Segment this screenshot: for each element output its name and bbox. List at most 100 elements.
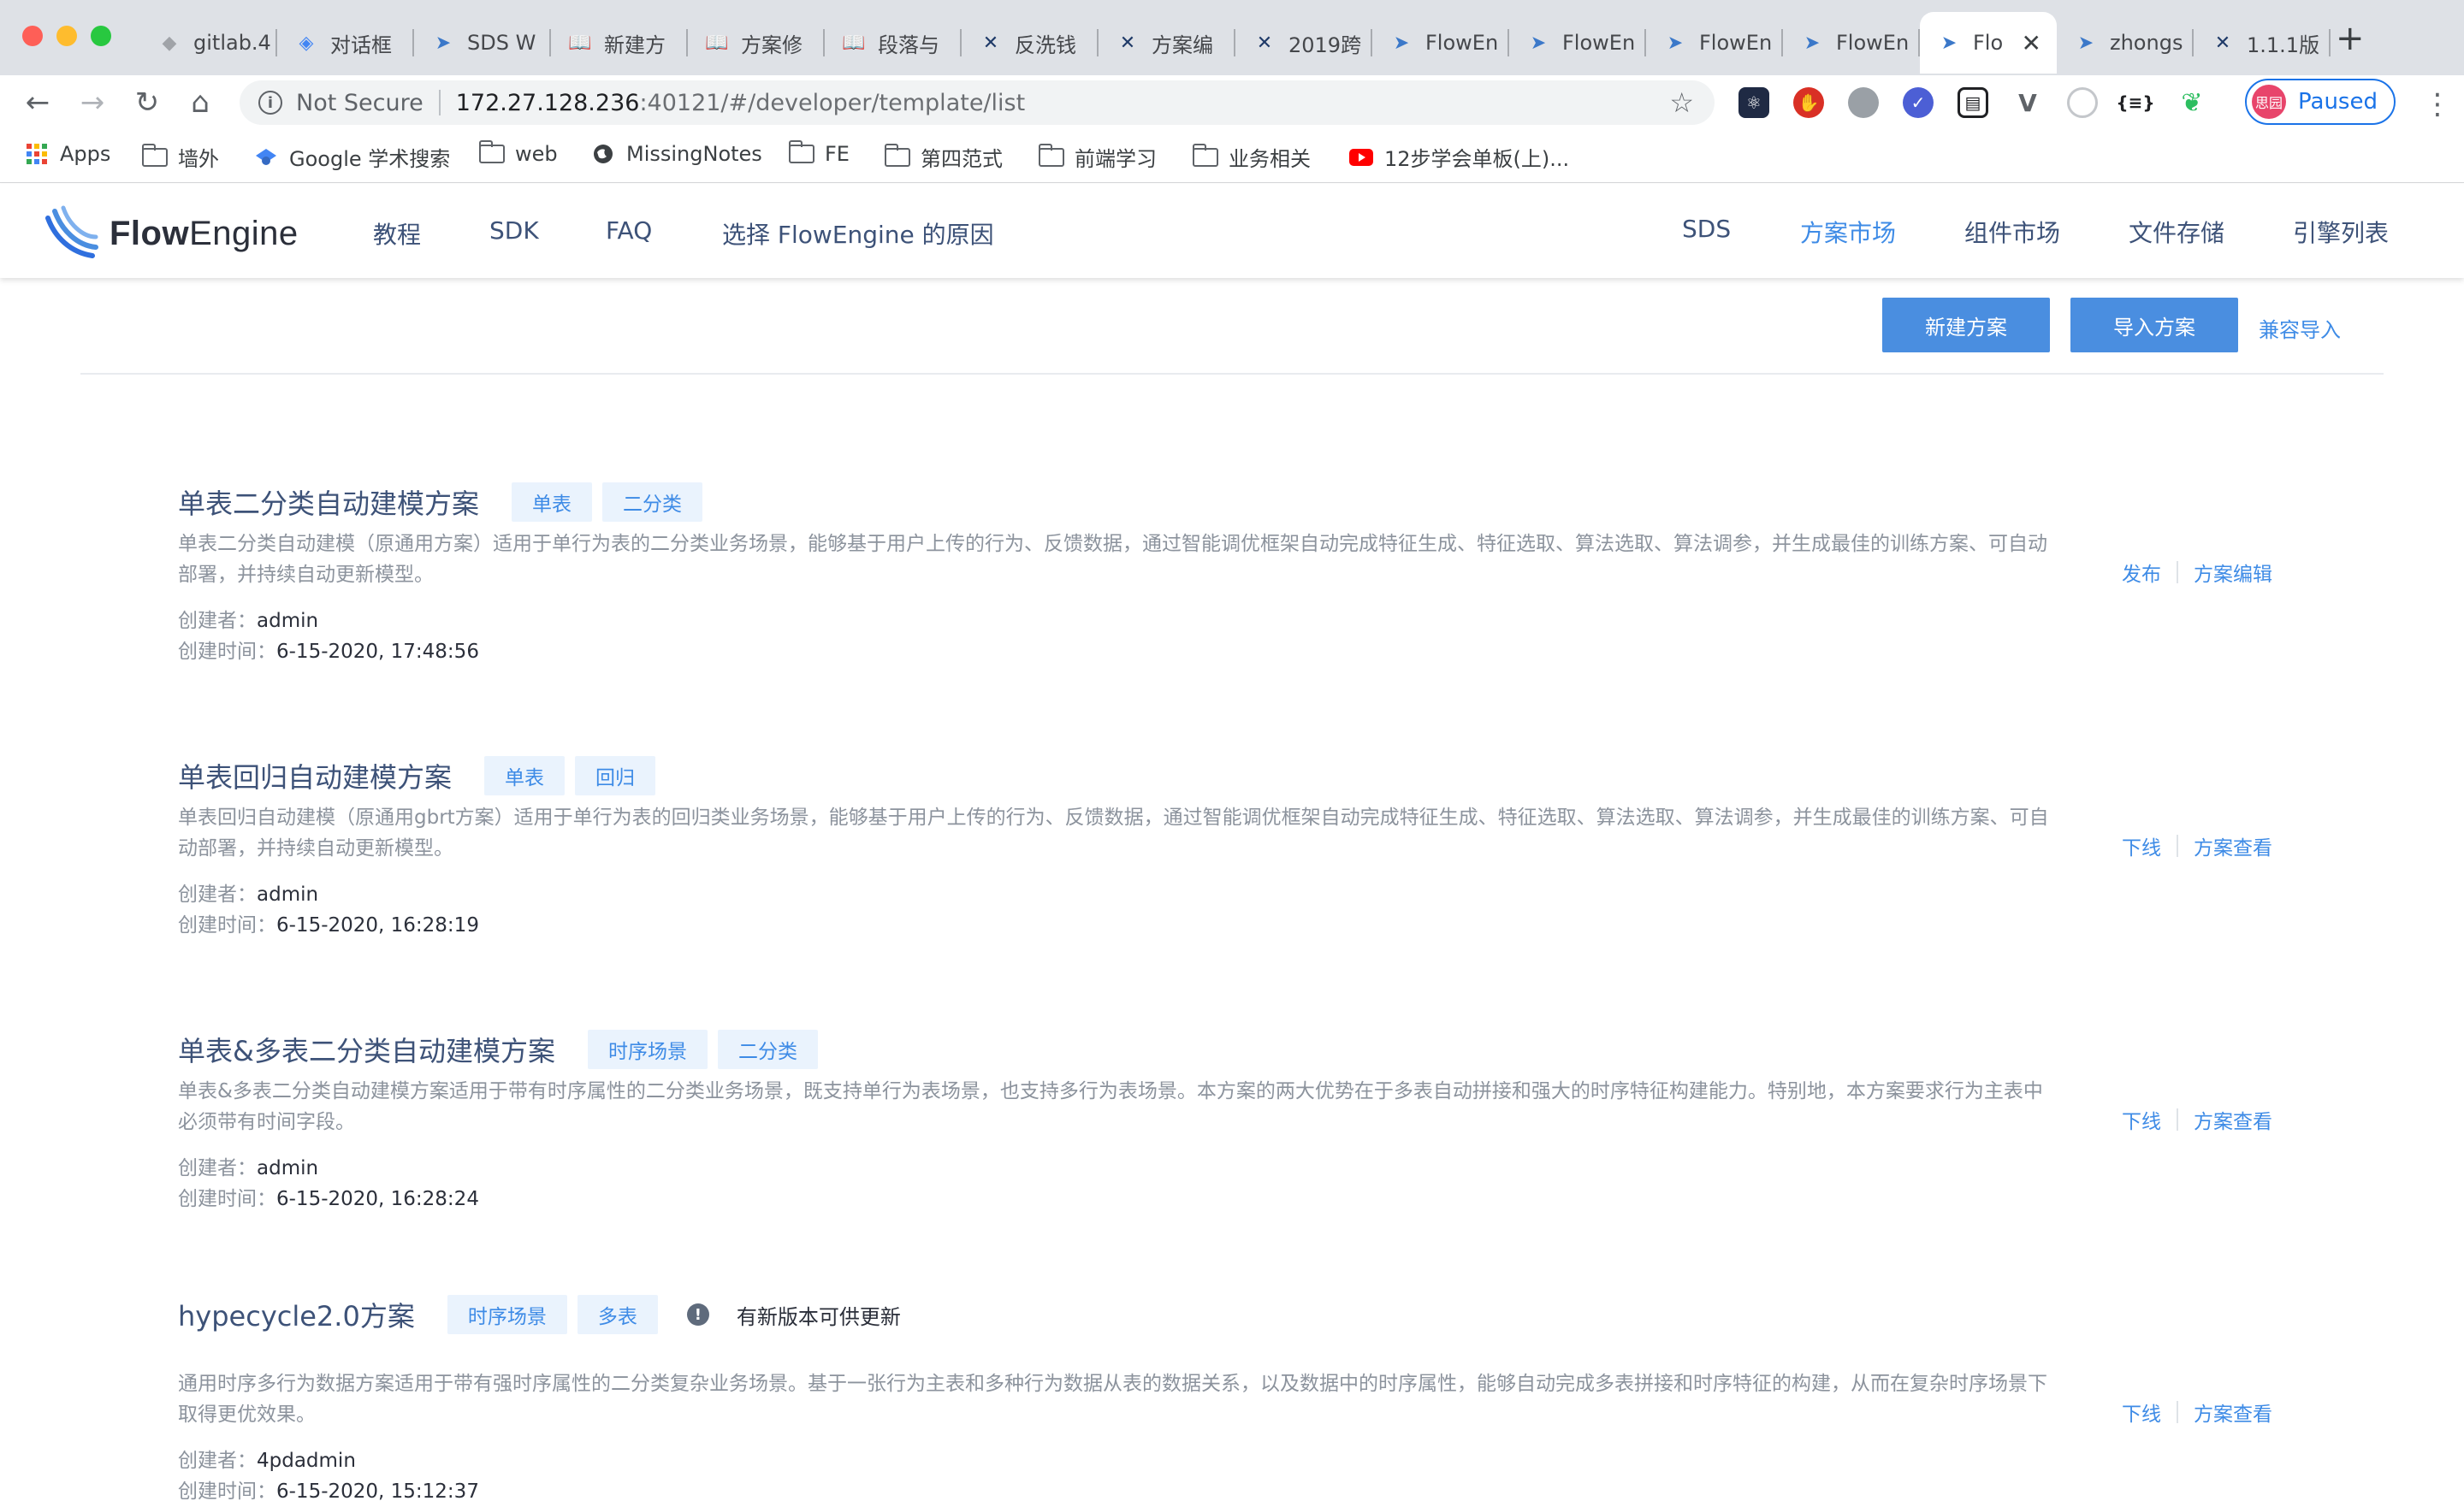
flowengine-icon: ➤	[435, 32, 452, 54]
tab-close-icon[interactable]: ✕	[2022, 29, 2041, 57]
profile-button[interactable]: 思园 Paused	[2245, 79, 2396, 125]
browser-tab-title: FlowEn	[1836, 31, 1910, 55]
bookmark-item[interactable]: 12步学会单板(上)...	[1348, 142, 1569, 172]
bookmark-item[interactable]: FE	[788, 140, 850, 166]
import-template-button[interactable]: 导入方案	[2070, 298, 2238, 352]
new-tab-button[interactable]: +	[2336, 19, 2365, 58]
browser-tab[interactable]: ✕ 方案编	[1099, 12, 1235, 74]
flowengine-icon: ➤	[1667, 32, 1684, 54]
check-extension-icon[interactable]: ✓	[1903, 87, 1934, 118]
gitlab-icon: ◆	[162, 32, 177, 54]
security-label: Not Secure	[296, 89, 424, 116]
target-extension-icon[interactable]	[2067, 87, 2098, 118]
nav-template-market[interactable]: 方案市场	[1800, 215, 1896, 249]
bookmark-item[interactable]: MissingNotes	[590, 142, 762, 166]
template-actions: 下线 方案查看	[2122, 1398, 2272, 1427]
browser-tab[interactable]: ✕ 2019跨	[1235, 12, 1372, 74]
json-extension-icon[interactable]: ▤	[1958, 87, 1988, 118]
browser-menu-icon[interactable]: ⋮	[2423, 87, 2452, 121]
template-title[interactable]: 单表二分类自动建模方案	[178, 482, 479, 522]
update-available-note: 有新版本可供更新	[736, 1304, 901, 1329]
template-title[interactable]: 单表&多表二分类自动建模方案	[178, 1030, 555, 1069]
browser-tab[interactable]: ✕ 反洗钱	[962, 12, 1099, 74]
flowengine-icon: ➤	[1804, 32, 1821, 54]
evernote-extension-icon[interactable]: ❦	[2177, 87, 2207, 118]
info-icon[interactable]: i	[258, 91, 282, 115]
browser-tab[interactable]: ➤ FlowEn	[1783, 12, 1920, 74]
created-at-label: 创建时间：	[178, 1480, 276, 1503]
nav-sds[interactable]: SDS	[1682, 215, 1731, 243]
template-title[interactable]: 单表回归自动建模方案	[178, 756, 452, 795]
bookmark-item[interactable]: 前端学习	[1038, 142, 1157, 172]
browser-tab[interactable]: ➤ FlowEn	[1509, 12, 1646, 74]
react-devtools-extension-icon[interactable]: ⚛	[1738, 87, 1769, 118]
browser-tab-title: 新建方	[604, 33, 666, 57]
bookmark-item[interactable]: 墙外	[141, 142, 219, 172]
vue-devtools-extension-icon[interactable]: V	[2012, 87, 2043, 118]
created-at-label: 创建时间：	[178, 1188, 276, 1210]
flowengine-logo-icon	[45, 205, 98, 258]
reload-icon[interactable]: ↻	[130, 86, 164, 120]
template-item: 单表&多表二分类自动建模方案 时序场景 二分类 单表&多表二分类自动建模方案适用于带有…	[178, 1028, 2283, 1242]
bookmark-item[interactable]: Google 学术搜索	[253, 142, 450, 172]
bookmark-item[interactable]: 第四范式	[884, 142, 1003, 172]
nav-file-storage[interactable]: 文件存储	[2129, 215, 2224, 249]
template-secondary-action[interactable]: 方案查看	[2194, 831, 2272, 860]
browser-tab-active[interactable]: ➤ Flo ✕	[1920, 12, 2057, 74]
browser-tab[interactable]: ➤ FlowEn	[1646, 12, 1783, 74]
home-icon[interactable]: ⌂	[183, 86, 217, 120]
json-braces-extension-icon[interactable]: {≡}	[2116, 87, 2155, 118]
template-primary-action[interactable]: 下线	[2122, 1398, 2161, 1427]
nav-faq[interactable]: FAQ	[606, 216, 652, 245]
grey-circle-extension-icon[interactable]	[1848, 87, 1879, 118]
new-template-button[interactable]: 新建方案	[1882, 298, 2050, 352]
back-arrow-icon[interactable]: ←	[21, 86, 55, 120]
action-separator	[2177, 835, 2178, 857]
template-secondary-action[interactable]: 方案查看	[2194, 1398, 2272, 1427]
adblock-extension-icon[interactable]: ✋	[1793, 87, 1824, 118]
flowengine-icon: ➤	[2077, 32, 2094, 54]
template-actions: 下线 方案查看	[2122, 1105, 2272, 1134]
template-primary-action[interactable]: 发布	[2122, 558, 2161, 587]
template-secondary-action[interactable]: 方案查看	[2194, 1105, 2272, 1134]
bookmark-label: MissingNotes	[626, 142, 762, 166]
compat-import-link[interactable]: 兼容导入	[2259, 313, 2341, 343]
brand-name-bold: Flow	[110, 214, 190, 252]
browser-tab-title: gitlab.4	[193, 31, 271, 55]
window-minimize-button[interactable]	[56, 26, 77, 46]
flowengine-logo[interactable]: FlowEngine	[39, 203, 299, 264]
browser-tab[interactable]: ➤ FlowEn	[1372, 12, 1509, 74]
created-at-line: 创建时间：6-15-2020, 16:28:19	[178, 910, 479, 941]
window-close-button[interactable]	[22, 26, 43, 46]
forward-arrow-icon[interactable]: →	[75, 86, 110, 120]
browser-tab[interactable]: ➤ zhongs	[2057, 12, 2194, 74]
nav-tutorial[interactable]: 教程	[373, 216, 421, 251]
template-secondary-action[interactable]: 方案编辑	[2194, 558, 2272, 587]
bookmark-star-icon[interactable]: ☆	[1669, 86, 1694, 119]
browser-tab-title: SDS W	[467, 31, 536, 55]
template-primary-action[interactable]: 下线	[2122, 1105, 2161, 1134]
nav-engine-list[interactable]: 引擎列表	[2293, 215, 2389, 249]
browser-tab[interactable]: ◆ gitlab.4	[140, 12, 277, 74]
confluence-icon: ✕	[1119, 32, 1136, 54]
browser-tab[interactable]: 📖 新建方	[551, 12, 688, 74]
nav-why-flowengine[interactable]: 选择 FlowEngine 的原因	[722, 216, 994, 251]
browser-tab[interactable]: 📖 方案修	[688, 12, 825, 74]
window-zoom-button[interactable]	[91, 26, 111, 46]
bookmark-item[interactable]: 业务相关	[1192, 142, 1311, 172]
browser-tab-title: 段落与	[878, 33, 939, 57]
template-primary-action[interactable]: 下线	[2122, 831, 2161, 860]
address-bar[interactable]: i Not Secure 172.27.128.236:40121/#/deve…	[240, 80, 1715, 125]
creator-line: 创建者：admin	[178, 1153, 479, 1184]
bookmark-item[interactable]: Apps	[24, 142, 110, 166]
bookmark-label: web	[515, 142, 558, 166]
browser-tab[interactable]: ➤ SDS W	[414, 12, 551, 74]
nav-component-market[interactable]: 组件市场	[1964, 215, 2060, 249]
nav-sdk[interactable]: SDK	[489, 216, 539, 245]
browser-tab[interactable]: ◈ 对话框	[277, 12, 414, 74]
template-title[interactable]: hypecycle2.0方案	[178, 1295, 415, 1334]
browser-tab[interactable]: 📖 段落与	[825, 12, 962, 74]
bookmark-item[interactable]: web	[478, 140, 558, 166]
browser-tab[interactable]: ✕ 1.1.1版	[2194, 12, 2331, 74]
creator-label: 创建者：	[178, 884, 257, 906]
